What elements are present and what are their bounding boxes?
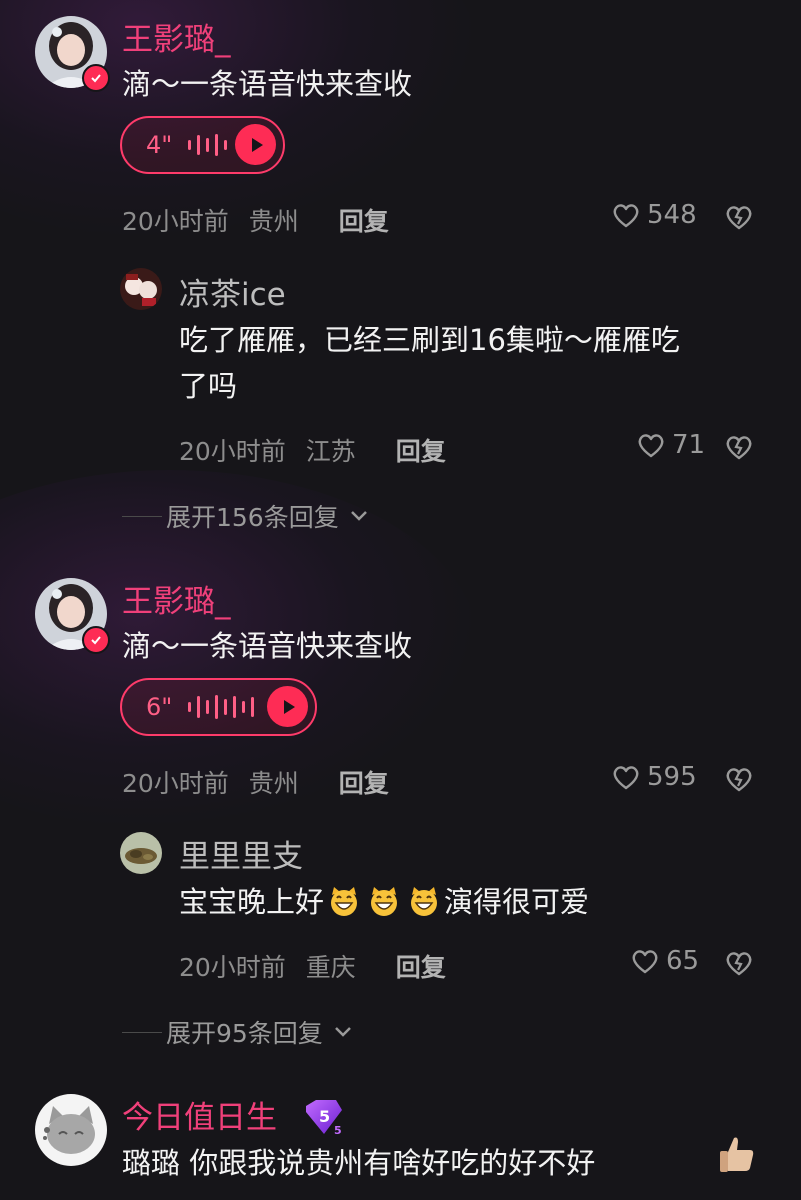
thumbs-up-icon[interactable] bbox=[716, 1132, 760, 1180]
avatar[interactable] bbox=[35, 1094, 107, 1166]
comment-username[interactable]: 今日值日生 bbox=[122, 1100, 277, 1136]
level-number: 5 bbox=[319, 1107, 330, 1126]
comment-text: 璐璐 你跟我说贵州有啥好吃的好不好 bbox=[122, 1146, 596, 1180]
comment-item: 今日值日生 5 5 璐璐 你跟我说贵州有啥好吃的好不好 bbox=[0, 0, 801, 1200]
level-badge-icon: 5 5 bbox=[302, 1098, 344, 1138]
svg-text:5: 5 bbox=[334, 1124, 342, 1137]
